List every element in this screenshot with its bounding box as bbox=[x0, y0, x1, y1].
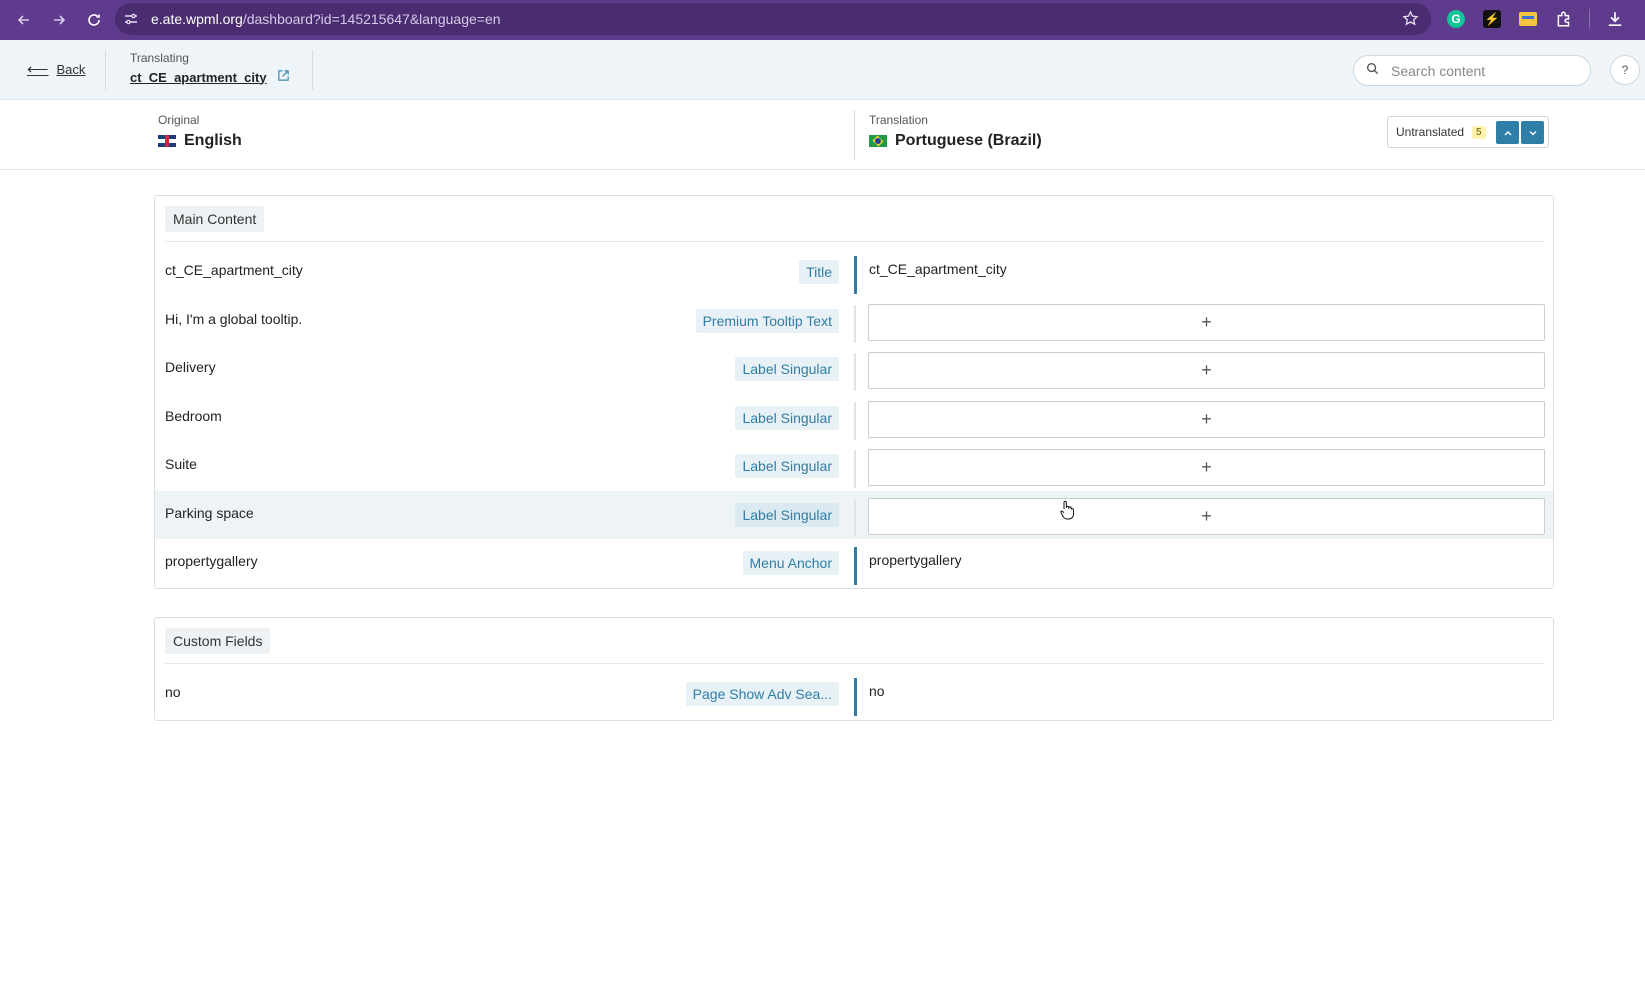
segment-row[interactable]: ct_CE_apartment_city Title ct_CE_apartme… bbox=[155, 248, 1553, 297]
translation-text[interactable]: propertygallery bbox=[869, 552, 962, 568]
segment-row[interactable]: no Page Show Adv Sea... no bbox=[155, 670, 1553, 719]
back-link[interactable]: ⟵ Back bbox=[27, 60, 85, 78]
app-header: ⟵ Back Translating ct_CE_apartment_city … bbox=[0, 40, 1645, 100]
add-translation-button[interactable]: + bbox=[868, 400, 1545, 438]
untranslated-indicator bbox=[854, 304, 856, 343]
search-icon bbox=[1366, 62, 1379, 80]
search-input[interactable]: Search content bbox=[1353, 55, 1591, 86]
untranslated-indicator bbox=[854, 498, 856, 537]
puzzle-icon[interactable] bbox=[1549, 4, 1579, 34]
language-divider bbox=[854, 110, 855, 160]
source-text: Parking space bbox=[165, 504, 254, 521]
bolt-icon[interactable]: ⚡ bbox=[1477, 4, 1507, 34]
main-content-section: Main Content ct_CE_apartment_city Title … bbox=[154, 195, 1554, 589]
untranslated-count-badge: 5 bbox=[1472, 125, 1486, 139]
chevron-up-icon bbox=[1504, 130, 1511, 135]
untranslated-indicator bbox=[854, 450, 856, 488]
help-button[interactable]: ? bbox=[1610, 55, 1640, 85]
translated-indicator bbox=[854, 256, 857, 294]
original-label: Original bbox=[158, 113, 200, 127]
document-name-link[interactable]: ct_CE_apartment_city bbox=[130, 69, 290, 85]
grammarly-icon[interactable]: G bbox=[1441, 4, 1471, 34]
arrow-left-icon: ⟵ bbox=[27, 61, 49, 78]
segment-row[interactable]: propertygallery Menu Anchor propertygall… bbox=[155, 539, 1553, 588]
source-text: no bbox=[165, 684, 181, 700]
external-link-icon[interactable] bbox=[277, 69, 290, 85]
add-translation-button[interactable]: + bbox=[868, 303, 1545, 341]
hand-cursor-icon bbox=[1060, 500, 1074, 520]
plus-icon: + bbox=[1201, 457, 1212, 477]
site-settings-icon[interactable] bbox=[115, 3, 147, 35]
source-text: propertygallery bbox=[165, 553, 258, 569]
toolbar-divider bbox=[1589, 9, 1590, 29]
source-text: ct_CE_apartment_city bbox=[165, 262, 303, 278]
translated-indicator bbox=[854, 547, 857, 585]
translating-block: Translating ct_CE_apartment_city bbox=[130, 51, 290, 85]
search-placeholder: Search content bbox=[1391, 62, 1486, 79]
brazil-flag-icon bbox=[869, 135, 887, 147]
source-text: Suite bbox=[165, 456, 197, 472]
field-type-tag: Label Singular bbox=[735, 454, 839, 478]
url-text: e.ate.wpml.org/dashboard?id=145215647&la… bbox=[151, 11, 501, 27]
section-title: Main Content bbox=[165, 205, 265, 232]
filter-label: Untranslated bbox=[1396, 125, 1465, 139]
segment-row[interactable]: Parking space Label Singular + bbox=[155, 490, 1553, 539]
untranslated-indicator bbox=[854, 401, 856, 440]
translation-label: Translation bbox=[869, 113, 928, 127]
field-type-tag: Label Singular bbox=[735, 502, 839, 527]
back-label: Back bbox=[56, 61, 86, 77]
header-divider bbox=[105, 50, 106, 90]
card-icon[interactable] bbox=[1513, 4, 1543, 34]
add-translation-button[interactable]: + bbox=[868, 352, 1545, 389]
translation-text[interactable]: ct_CE_apartment_city bbox=[869, 261, 1007, 277]
untranslated-indicator bbox=[854, 353, 856, 391]
segment-row[interactable]: Delivery Label Singular + bbox=[155, 345, 1553, 394]
next-untranslated-button[interactable] bbox=[1521, 121, 1544, 144]
translation-value: Portuguese (Brazil) bbox=[895, 132, 1042, 149]
field-type-tag: Title bbox=[799, 260, 839, 284]
field-type-tag: Label Singular bbox=[735, 405, 839, 430]
document-name: ct_CE_apartment_city bbox=[130, 69, 267, 85]
uk-flag-icon bbox=[158, 135, 176, 147]
browser-toolbar: e.ate.wpml.org/dashboard?id=145215647&la… bbox=[0, 0, 1645, 40]
source-text: Hi, I'm a global tooltip. bbox=[165, 310, 303, 327]
plus-icon: + bbox=[1201, 505, 1212, 526]
segment-row[interactable]: Suite Label Singular + bbox=[155, 442, 1553, 491]
untranslated-filter[interactable]: Untranslated 5 bbox=[1387, 116, 1549, 148]
source-text: Delivery bbox=[165, 359, 216, 375]
field-type-tag: Label Singular bbox=[735, 357, 839, 381]
original-language: Original English bbox=[158, 113, 242, 150]
original-value: English bbox=[184, 132, 242, 149]
plus-icon: + bbox=[1201, 360, 1212, 380]
download-icon[interactable] bbox=[1600, 4, 1630, 34]
help-icon: ? bbox=[1621, 63, 1629, 77]
url-path: /dashboard?id=145215647&language=en bbox=[242, 11, 501, 27]
header-divider bbox=[312, 50, 313, 90]
plus-icon: + bbox=[1201, 408, 1212, 429]
segment-row[interactable]: Hi, I'm a global tooltip. Premium Toolti… bbox=[155, 297, 1553, 346]
custom-fields-section: Custom Fields no Page Show Adv Sea... no bbox=[154, 617, 1554, 721]
field-type-tag: Premium Tooltip Text bbox=[695, 308, 839, 333]
add-translation-button[interactable]: + bbox=[868, 497, 1545, 535]
segment-row[interactable]: Bedroom Label Singular + bbox=[155, 394, 1553, 443]
language-bar: Original English Translation Portuguese … bbox=[0, 100, 1645, 170]
chevron-down-icon bbox=[1529, 130, 1536, 135]
bookmark-star-icon[interactable] bbox=[1402, 10, 1419, 32]
url-host: e.ate.wpml.org bbox=[151, 11, 243, 27]
translated-indicator bbox=[854, 678, 857, 716]
translating-label: Translating bbox=[130, 51, 189, 65]
translation-text[interactable]: no bbox=[869, 683, 885, 699]
translation-language: Translation Portuguese (Brazil) bbox=[869, 113, 1042, 150]
field-type-tag: Page Show Adv Sea... bbox=[685, 682, 839, 706]
reload-icon[interactable] bbox=[76, 4, 111, 36]
source-text: Bedroom bbox=[165, 407, 222, 424]
address-bar[interactable]: e.ate.wpml.org/dashboard?id=145215647&la… bbox=[115, 3, 1431, 35]
arrow-left-icon[interactable] bbox=[6, 4, 41, 36]
add-translation-button[interactable]: + bbox=[868, 449, 1545, 486]
arrow-right-icon[interactable] bbox=[41, 4, 76, 36]
previous-untranslated-button[interactable] bbox=[1496, 121, 1519, 144]
plus-icon: + bbox=[1201, 311, 1212, 332]
section-title: Custom Fields bbox=[165, 627, 271, 654]
field-type-tag: Menu Anchor bbox=[742, 551, 839, 575]
